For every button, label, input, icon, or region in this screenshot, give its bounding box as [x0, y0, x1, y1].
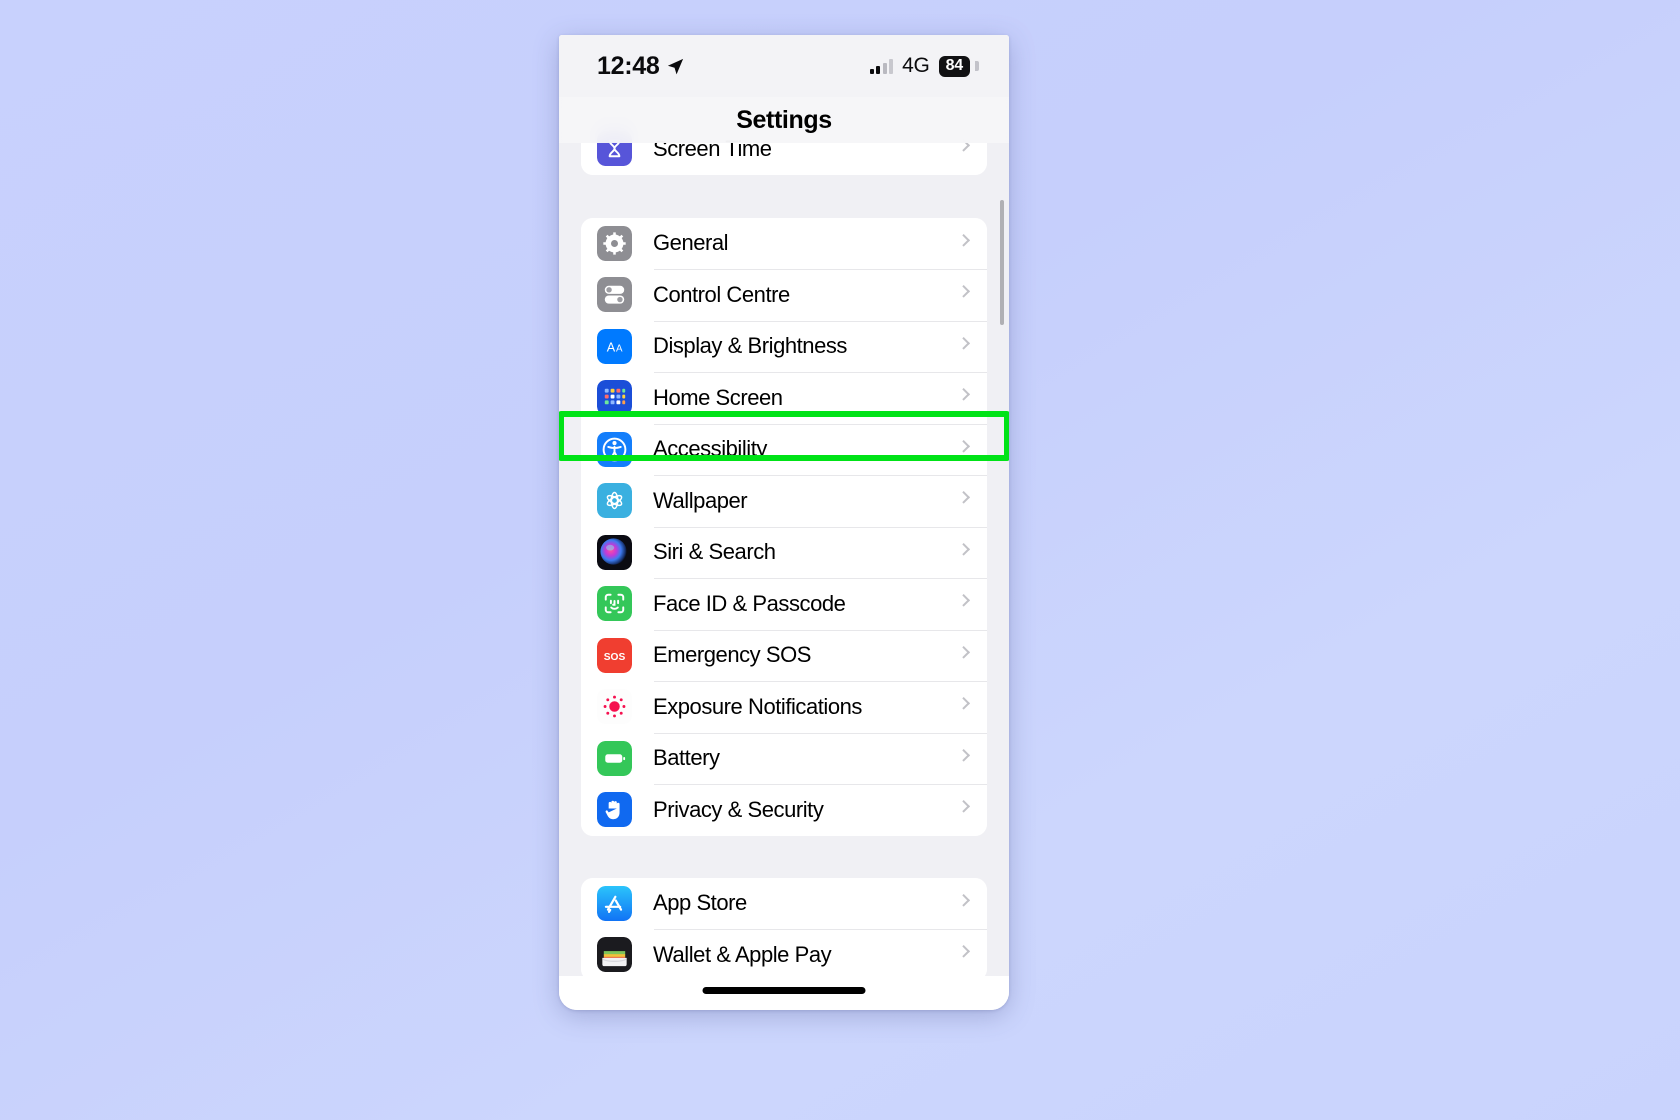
gear-icon [597, 225, 632, 261]
battery-tip [975, 61, 979, 71]
svg-text:A: A [616, 343, 623, 354]
chevron-right-icon [957, 748, 971, 762]
settings-row-label: Control Centre [653, 281, 790, 307]
chevron-right-icon [957, 336, 971, 350]
face-id-icon [597, 586, 632, 622]
network-type-label: 4G [902, 54, 930, 77]
settings-row-wallpaper[interactable]: Wallpaper [581, 475, 987, 527]
chevron-right-icon [957, 542, 971, 556]
chevron-right-icon [957, 800, 971, 813]
home-indicator[interactable] [702, 987, 866, 994]
status-bar: 12:48 4G 84 [559, 35, 1009, 97]
status-bar-right: 4G 84 [869, 54, 979, 78]
app-store-icon [597, 885, 632, 921]
accessibility-icon [597, 431, 632, 467]
privacy-hand-icon [597, 792, 632, 828]
settings-row-label: Battery [653, 745, 720, 771]
settings-row-accessibility[interactable]: Accessibility [581, 423, 987, 475]
clock-time: 12:48 [597, 51, 660, 80]
settings-group-system: General Control Centre A A Display & Bri… [581, 217, 987, 836]
chevron-right-icon [957, 233, 971, 247]
chevron-right-icon [957, 697, 971, 710]
chevron-right-icon [957, 491, 971, 504]
settings-row-siri-search[interactable]: Siri & Search [581, 526, 987, 578]
wallet-icon [597, 937, 632, 973]
settings-row-label: Emergency SOS [653, 642, 811, 668]
settings-row-app-store[interactable]: App Store [581, 877, 987, 929]
chevron-right-icon [957, 645, 971, 659]
phone-screen: Screen Time General Control Centre A A D… [559, 35, 1009, 1010]
chevron-right-icon [957, 388, 971, 401]
navigation-bar: Settings [559, 97, 1009, 143]
chevron-right-icon [957, 285, 971, 298]
cellular-bars-icon [869, 58, 894, 74]
settings-row-exposure-notifications[interactable]: Exposure Notifications [581, 681, 987, 733]
wallpaper-icon [597, 483, 632, 519]
sos-icon: SOS [597, 637, 632, 673]
settings-row-control-centre[interactable]: Control Centre [581, 269, 987, 321]
settings-row-label: Home Screen [653, 384, 783, 410]
settings-row-home-screen[interactable]: Home Screen [581, 372, 987, 424]
settings-row-label: Display & Brightness [653, 333, 847, 359]
chevron-right-icon [957, 945, 971, 958]
settings-group-store: App Store Wallet & Apple Pay [581, 877, 987, 981]
exposure-notifications-icon [597, 689, 632, 725]
display-brightness-icon: A A [597, 328, 632, 364]
svg-text:SOS: SOS [604, 652, 626, 663]
control-centre-icon [597, 277, 632, 313]
svg-text:A: A [607, 340, 616, 354]
page-title: Settings [736, 105, 832, 134]
settings-row-label: Accessibility [653, 436, 767, 462]
chevron-right-icon [957, 893, 971, 907]
settings-row-label: Wallet & Apple Pay [653, 941, 832, 967]
chevron-right-icon [957, 594, 971, 607]
settings-row-label: Siri & Search [653, 539, 776, 565]
battery-icon [597, 740, 632, 776]
settings-row-emergency-sos[interactable]: SOS Emergency SOS [581, 629, 987, 681]
settings-row-display-brightness[interactable]: A A Display & Brightness [581, 320, 987, 372]
settings-row-label: App Store [653, 890, 747, 916]
settings-row-general[interactable]: General [581, 217, 987, 269]
chevron-right-icon [957, 439, 971, 453]
settings-row-face-id-passcode[interactable]: Face ID & Passcode [581, 578, 987, 630]
settings-row-label: Wallpaper [653, 487, 748, 513]
settings-row-label: General [653, 230, 729, 256]
scrollbar-thumb[interactable] [1000, 200, 1004, 325]
battery-percent-badge: 84 [938, 55, 970, 77]
settings-row-battery[interactable]: Battery [581, 732, 987, 784]
settings-row-label: Privacy & Security [653, 796, 824, 822]
location-arrow-icon [668, 58, 684, 74]
settings-row-privacy-security[interactable]: Privacy & Security [581, 784, 987, 836]
settings-scroll-view[interactable]: Screen Time General Control Centre A A D… [559, 35, 1009, 1010]
settings-row-wallet-apple-pay[interactable]: Wallet & Apple Pay [581, 929, 987, 981]
siri-icon [597, 534, 632, 570]
settings-row-label: Exposure Notifications [653, 693, 862, 719]
status-bar-left: 12:48 [597, 52, 685, 81]
settings-row-label: Face ID & Passcode [653, 590, 846, 616]
home-screen-icon [597, 380, 632, 416]
